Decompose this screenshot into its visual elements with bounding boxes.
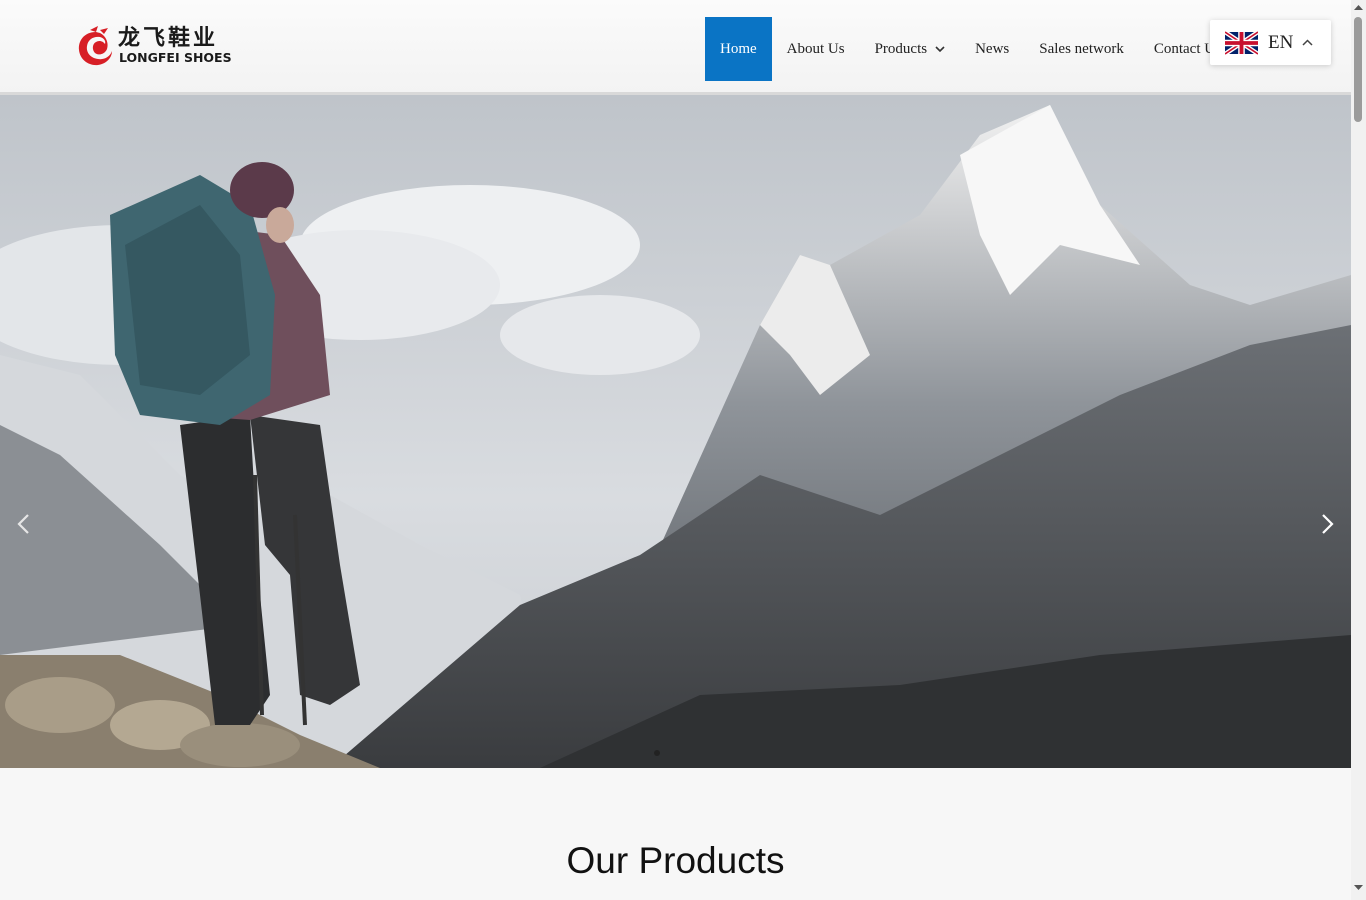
nav-news[interactable]: News (960, 17, 1024, 81)
slider-prev-arrow-icon[interactable] (16, 513, 30, 535)
nav-products-label: Products (874, 41, 928, 57)
hero-image (0, 95, 1351, 768)
site-header: 龙飞鞋业 LONGFEI SHOES Home About Us Product… (0, 0, 1351, 95)
hero-slider[interactable] (0, 95, 1351, 768)
logo-english-text: LONGFEI SHOES (119, 50, 232, 65)
nav-home[interactable]: Home (705, 17, 772, 81)
logo-chinese-text: 龙飞鞋业 (118, 26, 219, 51)
page-scrollbar[interactable] (1351, 0, 1366, 900)
section-title-our-products: Our Products (566, 840, 785, 881)
language-code: EN (1268, 31, 1294, 53)
dragon-logo-icon (78, 26, 112, 66)
chevron-down-icon (935, 45, 945, 52)
chevron-up-icon (1302, 39, 1313, 46)
slider-next-arrow-icon[interactable] (1321, 513, 1335, 535)
nav-about-us[interactable]: About Us (772, 17, 860, 81)
scrollbar-thumb[interactable] (1354, 17, 1362, 122)
main-nav: Home About Us Products News Sales networ… (705, 17, 1236, 81)
scroll-up-arrow-icon[interactable] (1354, 4, 1363, 10)
language-selector[interactable]: EN (1210, 20, 1331, 65)
uk-flag-icon (1225, 29, 1258, 56)
logo[interactable]: 龙飞鞋业 LONGFEI SHOES (76, 26, 246, 68)
nav-products[interactable]: Products (860, 17, 961, 81)
scroll-down-arrow-icon[interactable] (1354, 885, 1363, 891)
nav-sales-network[interactable]: Sales network (1024, 17, 1139, 81)
slider-dot-active[interactable] (654, 750, 660, 756)
